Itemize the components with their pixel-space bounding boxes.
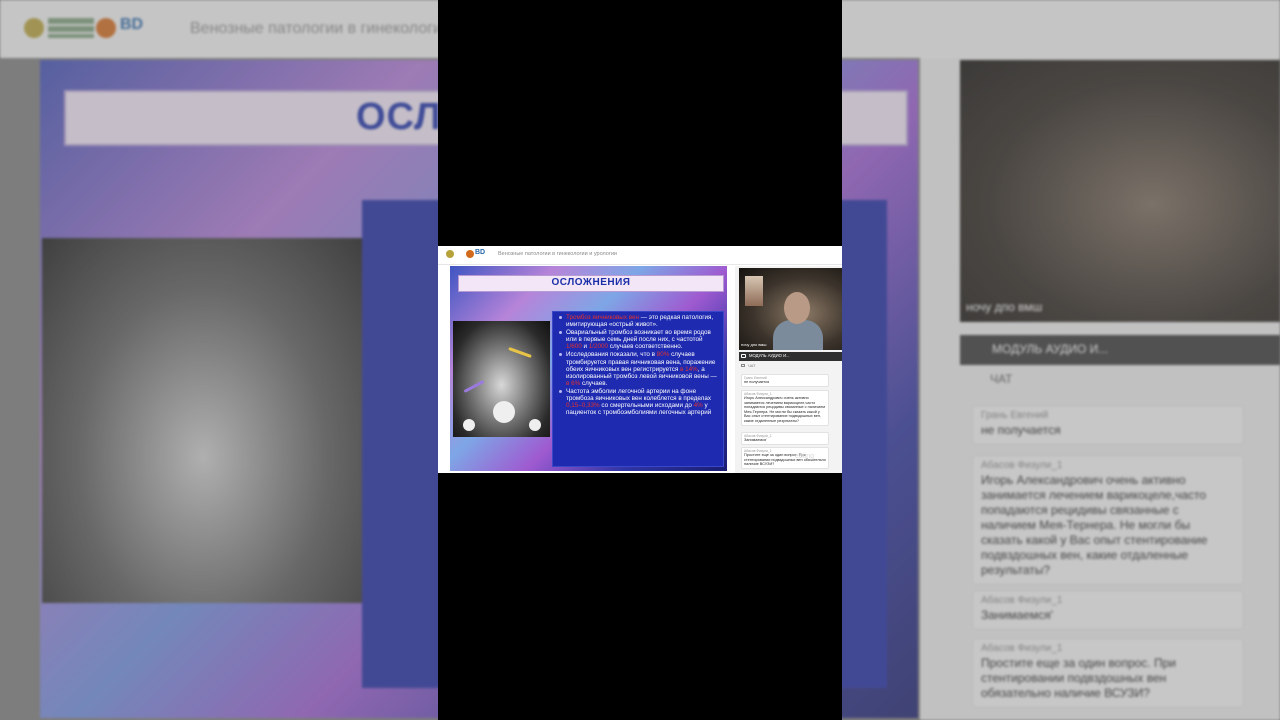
slide-title: ОСЛОЖНЕНИЯ [551, 277, 631, 288]
ct-scan-image [453, 321, 550, 437]
speaker-shirt [773, 320, 823, 350]
chat-tab[interactable]: ЧАТ [739, 362, 842, 370]
page-title: Венозные патологии в гинекологии и уроло… [498, 251, 617, 257]
app-header: BD Венозные патологии в гинекологии и ур… [438, 246, 842, 265]
chat-text: Занимаемся' [744, 438, 767, 442]
chat-text: Простите еще за один вопрос. При стентир… [744, 453, 826, 467]
slide-text-panel: Тромбоз яичниковых вен — это редкая пато… [552, 311, 724, 467]
ct-arrow-purple [463, 380, 485, 393]
bg-brand: BD [120, 16, 144, 33]
bg-video-label: ночу дпо вмш [966, 300, 1043, 314]
chat-text: не получается [744, 380, 770, 384]
slide-bullet: Исследования показали, что в 80% случаев… [558, 351, 718, 387]
webinar-window: BD Венозные патологии в гинекологии и ур… [438, 246, 842, 473]
slide-bullets: Тромбоз яичниковых вен — это редкая пато… [558, 314, 718, 417]
chat-icon [741, 364, 745, 367]
bg-logo-emblem-icon [24, 18, 44, 38]
bg-chat-message: Абасов Физули_1 Игорь Александрович очен… [972, 455, 1244, 585]
chat-text: Игорь Александрович очень активно занима… [744, 396, 825, 423]
chat-message: Абасов Физули_1 Игорь Александрович очен… [741, 390, 829, 426]
bg-chat-message: Абасов Физули_1 Занимаемся' [972, 590, 1244, 630]
speaker-video[interactable]: ночу дпо вмш [739, 268, 842, 350]
ct-bone [463, 419, 475, 431]
ct-bone [493, 401, 515, 423]
slide-bullet: Тромбоз яичниковых вен — это редкая пато… [558, 314, 718, 328]
bg-logo-circle-icon [96, 18, 116, 38]
camera-icon [741, 354, 746, 358]
chat-tab-label: ЧАТ [748, 363, 756, 368]
ct-arrow-yellow [508, 346, 532, 359]
slide-bullet: Частота эмболии легочной артерии на фоне… [558, 388, 718, 416]
bg-video [960, 60, 1280, 322]
chat-message: Абасов Физули_1 Занимаемся' [741, 432, 829, 445]
bg-logo-text [48, 18, 94, 38]
logo-circle-icon [466, 250, 474, 258]
ct-bone [529, 419, 541, 431]
video-poster [745, 276, 763, 306]
bg-audio-label: МОДУЛЬ АУДИО И... [992, 342, 1109, 356]
bg-chat-label: ЧАТ [990, 372, 1013, 386]
slide-titlebar: ОСЛОЖНЕНИЯ [458, 275, 724, 292]
watermark: eeting [795, 453, 815, 460]
bg-audio-row: МОДУЛЬ АУДИО И... [960, 335, 1280, 365]
audio-module-label: МОДУЛЬ АУДИО И... [749, 353, 790, 358]
bg-ct-scan [42, 238, 364, 603]
chat-message: Абасов Физули_1 Простите еще за один воп… [741, 447, 829, 469]
logo-emblem-icon [446, 250, 454, 258]
side-panel: ночу дпо вмш МОДУЛЬ АУДИО И... ЧАТ Грань… [735, 266, 842, 473]
speaker-head [784, 292, 810, 324]
brand-logo: BD [475, 249, 486, 256]
bg-chat-message: Абасов Физули_1 Простите еще за один воп… [972, 638, 1244, 708]
participant-label: ночу дпо вмш [741, 342, 767, 347]
slide-bullet: Овариальный тромбоз возникает во время р… [558, 329, 718, 350]
presentation-slide: ОСЛОЖНЕНИЯ Тромбоз яичниковых вен — это … [450, 266, 727, 471]
chat-message: Грань Евгений не получается [741, 374, 829, 387]
audio-module-row[interactable]: МОДУЛЬ АУДИО И... [739, 352, 842, 361]
bg-chat-message: Грань Евгений не получается [972, 405, 1244, 445]
